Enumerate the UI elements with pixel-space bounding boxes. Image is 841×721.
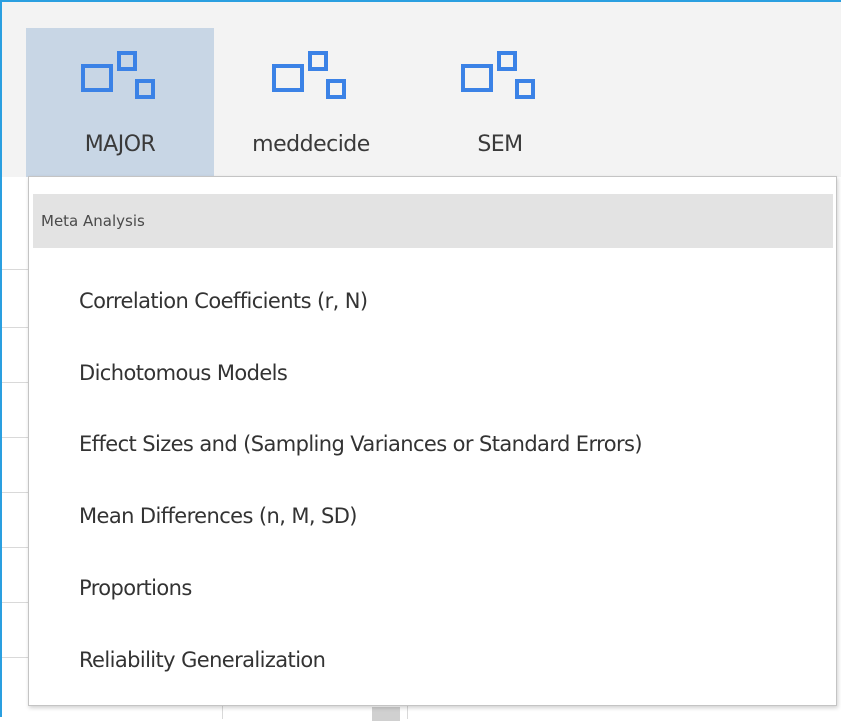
menu-item-mean-differences[interactable]: Mean Differences (n, M, SD) bbox=[33, 488, 833, 548]
menu-item-effect-sizes[interactable]: Effect Sizes and (Sampling Variances or … bbox=[33, 416, 833, 476]
toolbar-button-meddecide[interactable]: meddecide bbox=[217, 28, 405, 178]
menu-item-reliability-generalization[interactable]: Reliability Generalization bbox=[33, 632, 833, 692]
menu-item-label: Reliability Generalization bbox=[79, 648, 326, 672]
toolbar-button-label: MAJOR bbox=[84, 132, 156, 157]
toolbar-button-label: meddecide bbox=[252, 132, 370, 157]
menu-item-correlation-coefficients[interactable]: Correlation Coefficients (r, N) bbox=[33, 273, 833, 333]
modules-icon bbox=[81, 51, 155, 99]
menu-item-proportions[interactable]: Proportions bbox=[33, 560, 833, 620]
toolbar-button-label: SEM bbox=[477, 132, 523, 157]
modules-icon bbox=[272, 51, 346, 99]
menu-item-label: Proportions bbox=[79, 576, 192, 600]
modules-icon bbox=[461, 51, 535, 99]
module-toolbar: MAJOR meddecide SEM bbox=[2, 2, 841, 178]
menu-section-title: Meta Analysis bbox=[41, 212, 145, 230]
menu-item-label: Dichotomous Models bbox=[79, 361, 288, 385]
toolbar-button-major[interactable]: MAJOR bbox=[26, 28, 214, 178]
menu-item-label: Effect Sizes and (Sampling Variances or … bbox=[79, 432, 643, 456]
menu-item-label: Mean Differences (n, M, SD) bbox=[79, 504, 358, 528]
toolbar-button-sem[interactable]: SEM bbox=[406, 28, 594, 178]
app-window: MAJOR meddecide SEM Meta Analysis Correl… bbox=[0, 0, 841, 721]
scrollbar-thumb[interactable] bbox=[372, 707, 400, 721]
menu-section-header: Meta Analysis bbox=[33, 194, 833, 248]
menu-item-label: Correlation Coefficients (r, N) bbox=[79, 289, 368, 313]
menu-item-dichotomous-models[interactable]: Dichotomous Models bbox=[33, 345, 833, 405]
analysis-dropdown-menu: Meta Analysis Correlation Coefficients (… bbox=[28, 176, 837, 706]
